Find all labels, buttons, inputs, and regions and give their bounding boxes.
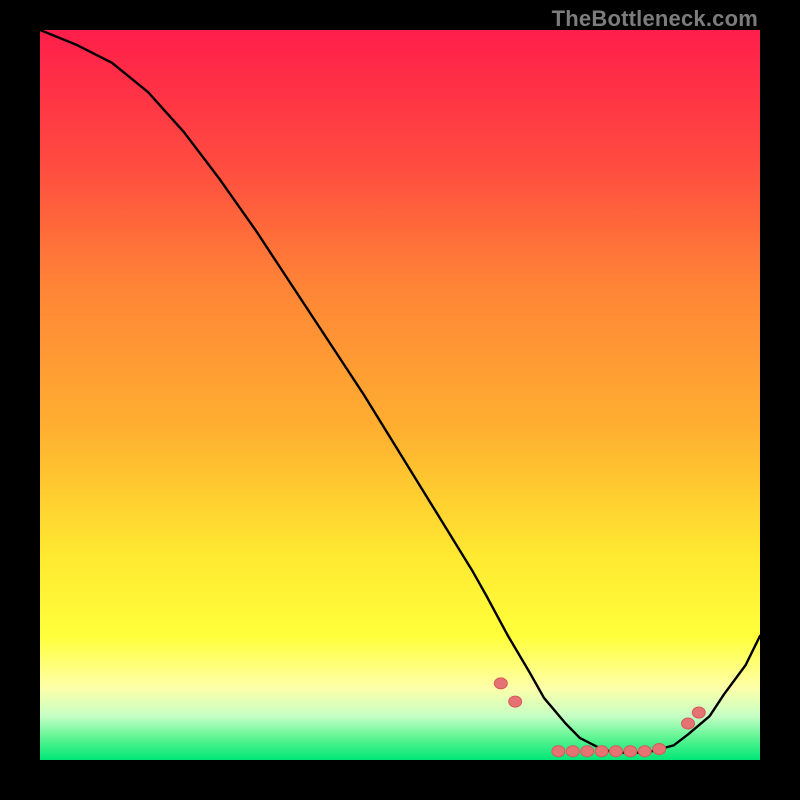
bottleneck-chart [40, 30, 760, 760]
valley-marker [653, 744, 666, 755]
valley-marker [509, 696, 522, 707]
valley-marker [610, 746, 623, 757]
valley-marker [624, 746, 637, 757]
chart-frame [40, 30, 760, 760]
valley-marker [566, 746, 579, 757]
watermark-text: TheBottleneck.com [552, 6, 758, 32]
valley-marker [682, 718, 695, 729]
valley-marker [595, 746, 608, 757]
valley-marker [638, 746, 651, 757]
valley-marker [692, 707, 705, 718]
valley-marker [552, 746, 565, 757]
gradient-background [40, 30, 760, 760]
valley-marker [494, 678, 507, 689]
valley-marker [581, 746, 594, 757]
